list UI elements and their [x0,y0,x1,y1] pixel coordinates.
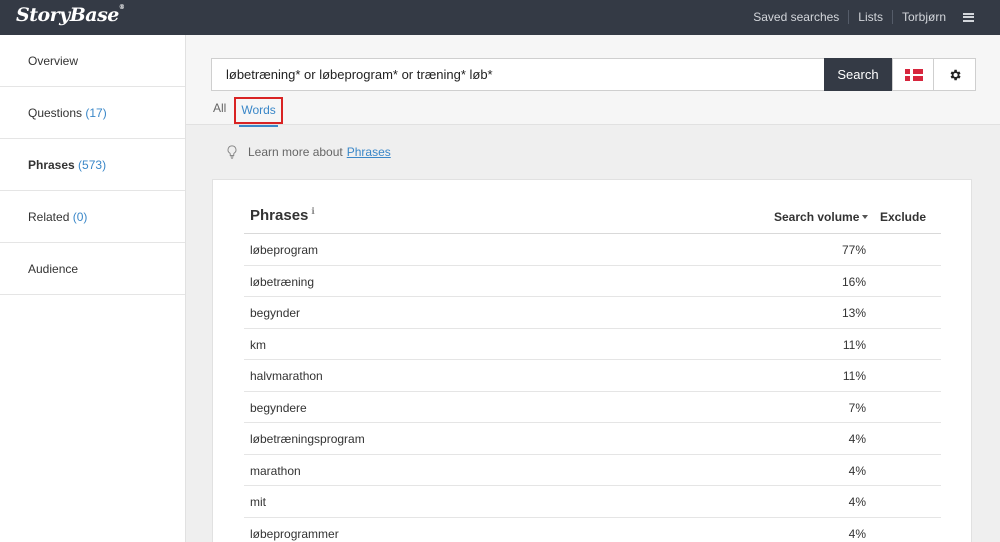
exclude-header: Exclude [880,210,927,224]
panel-title: Phrases ℹ [250,207,315,224]
sort-caret-icon [862,215,869,219]
sidebar-item-phrases[interactable]: Phrases (573) [0,139,185,191]
top-nav: Saved searches Lists Torbjørn [744,10,974,24]
phrases-table: løbeprogram 77% løbetræning 16% begynder 13… [244,234,941,542]
phrases-help-link[interactable]: Phrases [347,145,391,159]
table-row[interactable]: begynder 13% [244,297,941,329]
row-word: løbetræning [250,274,315,289]
flag-denmark-icon [905,69,923,81]
search-area: Search All Words [186,35,1000,128]
table-row[interactable]: km 11% [244,329,941,360]
table-row[interactable]: marathon 4% [244,455,941,486]
row-percent: 4% [848,432,866,446]
row-word: km [250,337,266,352]
gear-icon [950,69,961,81]
top-bar: StoryBase® Saved searches Lists Torbjørn [0,0,1000,35]
lightbulb-icon [227,145,237,159]
row-percent: 13% [841,306,866,320]
search-button[interactable]: Search [824,58,892,91]
row-word: mit [250,495,266,509]
row-word: løbeprogram [250,243,319,257]
row-percent: 16% [841,274,866,289]
table-row[interactable]: begyndere 7% [244,392,941,423]
tab-all[interactable]: All [213,101,226,128]
table-row[interactable]: løbeprogram 77% [244,234,941,266]
search-volume-sort-header[interactable]: Search volume [774,210,869,224]
row-word: marathon [250,463,301,478]
row-word: begynder [250,306,301,320]
settings-button[interactable] [934,58,976,91]
result-tabs: All Words [213,97,291,128]
sidebar-item-audience[interactable]: Audience [0,243,185,295]
language-select-button[interactable] [892,58,934,91]
sidebar: Overview Questions (17) Phrases (573) Re… [0,35,186,542]
table-row[interactable]: halvmarathon 11% [244,360,941,392]
info-icon[interactable]: ℹ [311,207,314,217]
row-percent: 4% [848,463,866,478]
learn-more-text: Learn more about [248,145,343,159]
user-menu-link[interactable]: Torbjørn [891,10,955,24]
row-percent: 11% [842,369,866,383]
sidebar-item-questions[interactable]: Questions (17) [0,87,185,139]
row-percent: 4% [848,495,866,509]
storybase-logo[interactable]: StoryBase® [16,4,125,26]
table-row[interactable]: løbeprogrammer 4% [244,518,941,542]
row-percent: 77% [841,243,866,257]
sidebar-item-overview[interactable]: Overview [0,35,185,87]
table-row[interactable]: mit 4% [244,486,941,518]
row-percent: 11% [842,337,866,352]
tab-words[interactable]: Words [234,97,283,127]
sidebar-item-related[interactable]: Related (0) [0,191,185,243]
phrases-panel: Phrases ℹ Search volume Exclude løbeprogr… [212,179,972,542]
table-row[interactable]: løbetræningsprogram 4% [244,423,941,455]
table-header: Phrases ℹ Search volume Exclude [244,200,941,234]
learn-more-hint: Learn more about Phrases [226,145,391,159]
row-percent: 4% [848,526,866,541]
saved-searches-link[interactable]: Saved searches [744,10,848,24]
phrases-count: (573) [78,158,107,172]
row-word: løbeprogrammer [250,526,339,541]
search-input[interactable] [211,58,825,91]
related-count: (0) [72,210,88,224]
row-word: begyndere [250,400,307,415]
hamburger-menu-icon[interactable] [963,12,974,22]
table-row[interactable]: løbetræning 16% [244,266,941,297]
row-percent: 7% [848,400,866,415]
lists-link[interactable]: Lists [848,10,892,24]
row-word: løbetræningsprogram [250,432,365,446]
row-word: halvmarathon [250,369,323,383]
questions-count: (17) [85,106,107,120]
